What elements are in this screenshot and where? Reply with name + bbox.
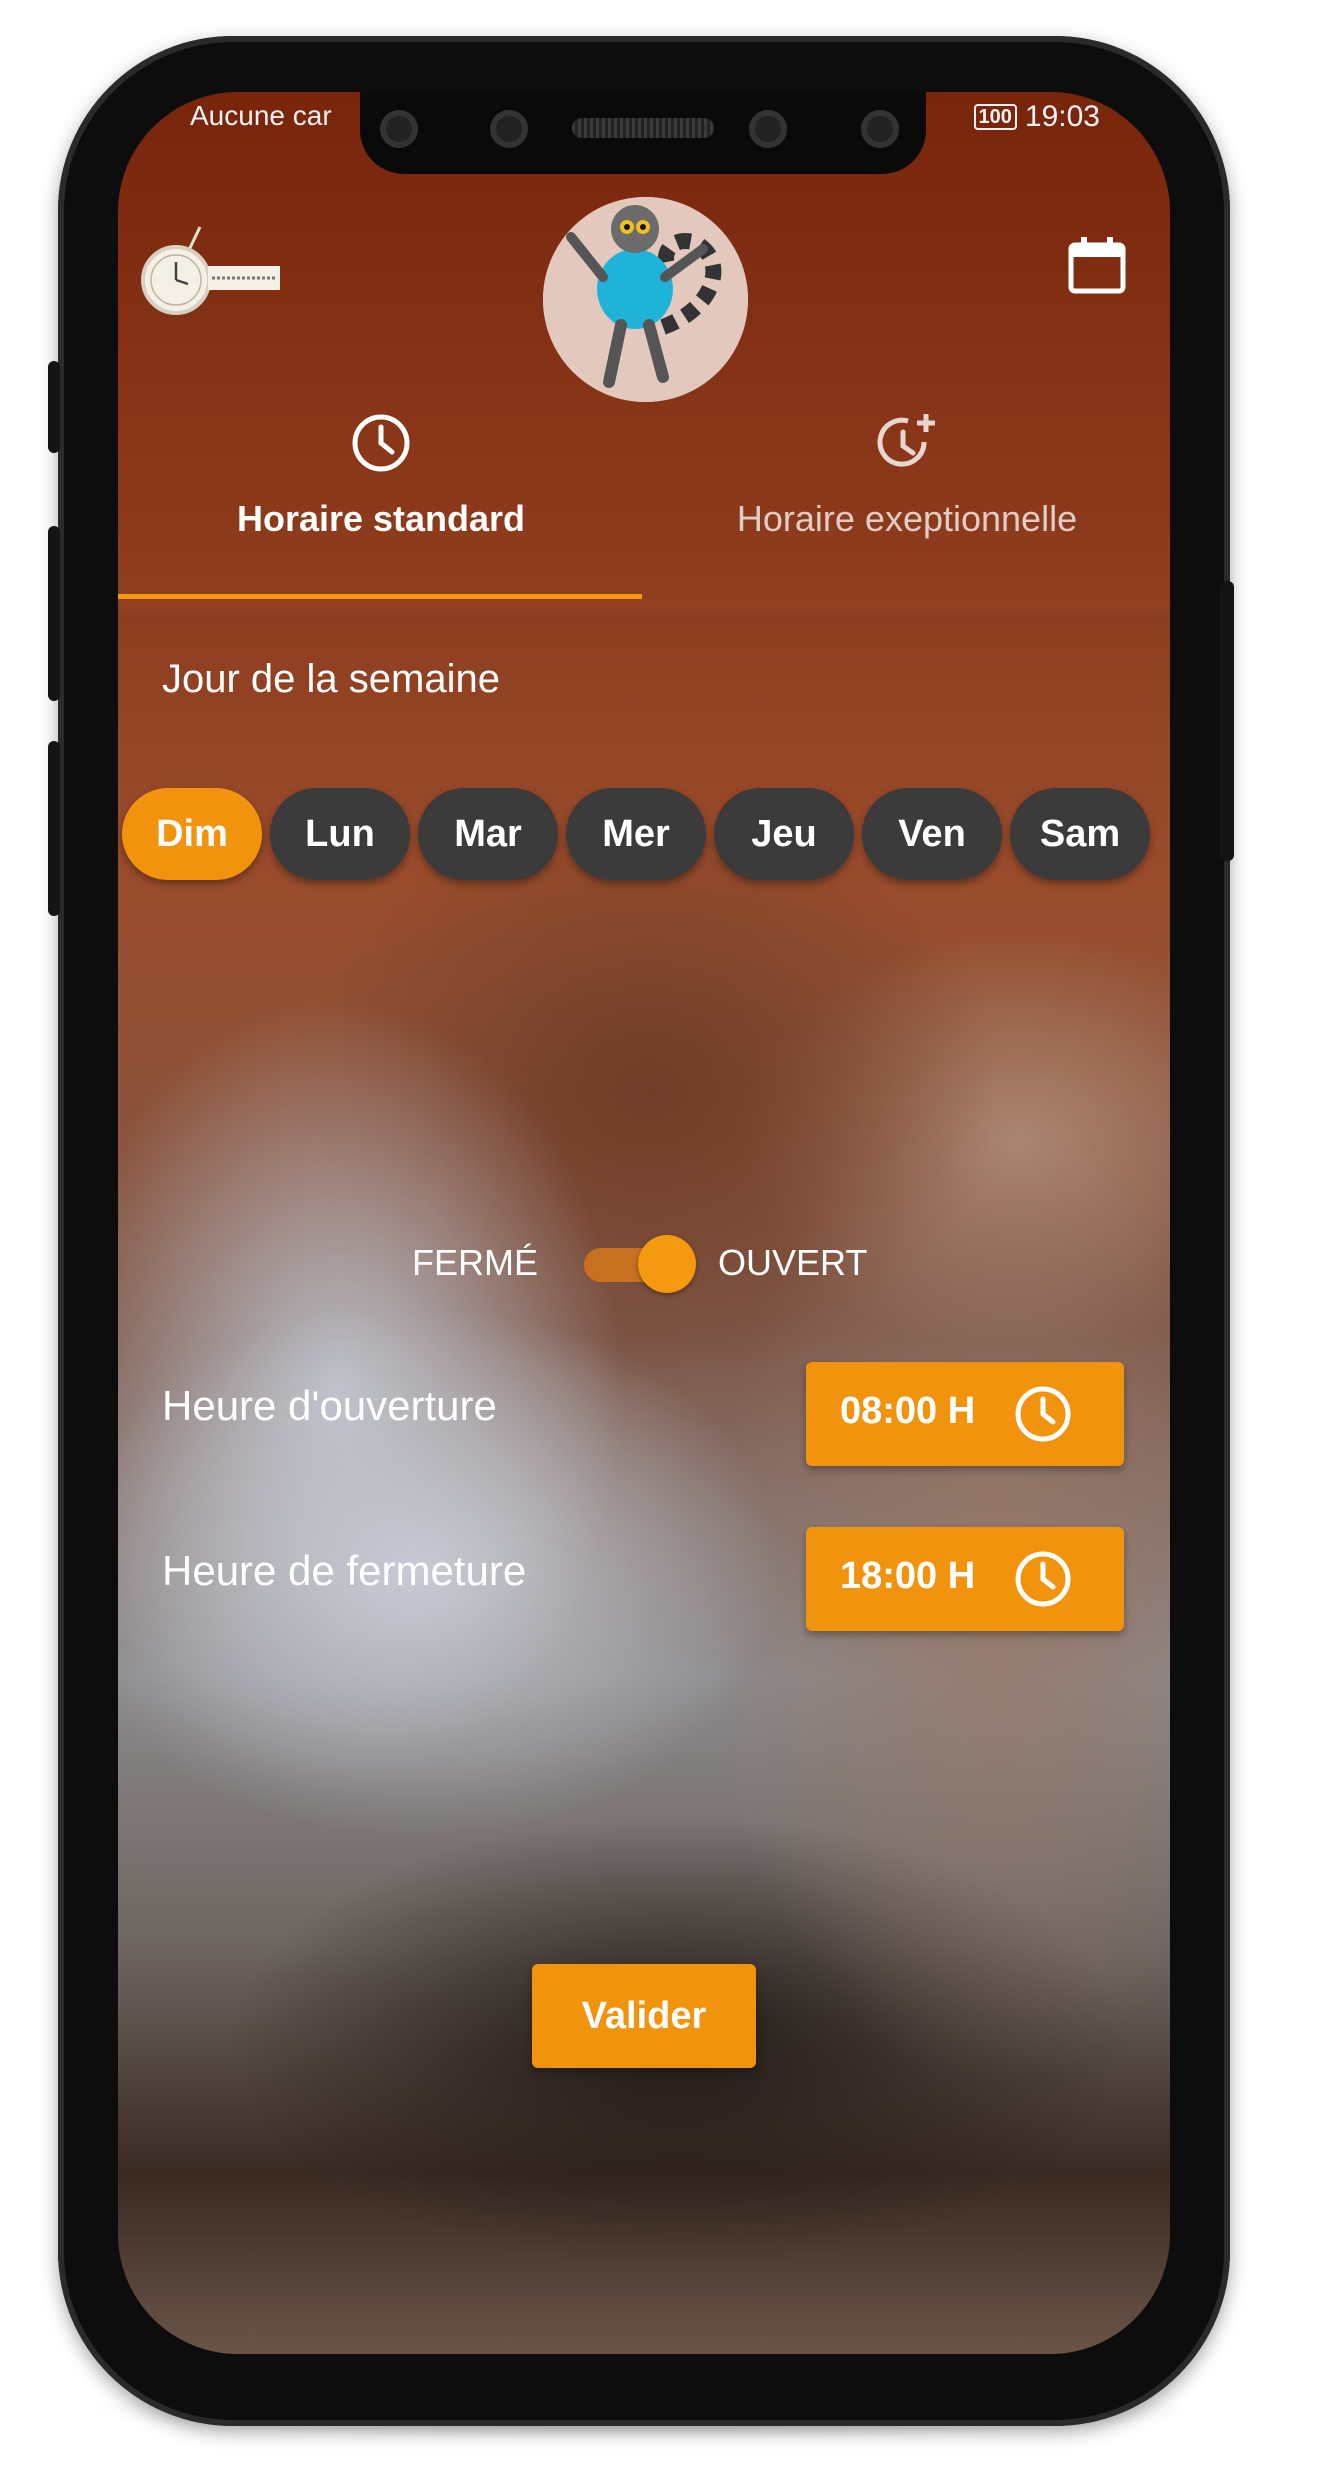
day-chip-ven[interactable]: Ven [862,788,1002,880]
open-closed-toggle-row: FERMÉ OUVERT [118,1230,1170,1294]
opening-time-button[interactable]: 08:00 H [806,1362,1124,1466]
closed-label: FERMÉ [412,1242,538,1283]
lemur-avatar[interactable] [543,197,748,402]
day-chip-dim[interactable]: Dim [122,788,262,880]
tab-label: Horaire standard [236,498,526,539]
front-sensor [749,110,787,148]
tab-label: Horaire exeptionnelle [736,498,1078,539]
day-chip-sam[interactable]: Sam [1010,788,1150,880]
battery-icon: 100 [973,104,1017,130]
status-time: 19:03 [1024,100,1100,133]
tab-horaire-standard[interactable]: Horaire standard [118,412,644,580]
calendar-icon[interactable] [1066,234,1128,296]
day-chip-mar[interactable]: Mar [418,788,558,880]
opening-time-label: Heure d'ouverture [162,1382,497,1429]
validate-button[interactable]: Valider [532,1964,756,2068]
status-carrier: Aucune car [190,100,332,131]
front-sensor [490,110,528,148]
pocket-watch-logo[interactable] [138,222,288,322]
closing-time-value: 18:00 H [840,1555,976,1597]
active-tab-indicator [118,594,642,599]
app-screen: Aucune car 100 19:03 Horaire standard Ho… [118,92,1170,2354]
section-title: Jour de la semaine [162,657,500,701]
front-camera [861,110,899,148]
closing-time-label: Heure de fermeture [162,1547,527,1594]
day-chip-mer[interactable]: Mer [566,788,706,880]
clock-icon [1013,1549,1073,1609]
power-button [1220,581,1234,861]
day-selector: Dim Lun Mar Mer Jeu Ven Sam [122,788,1150,880]
day-chip-jeu[interactable]: Jeu [714,788,854,880]
clock-plus-icon [876,412,938,474]
camera-notch [360,92,926,174]
front-camera [380,110,418,148]
volume-up-button [48,526,60,701]
switch-knob[interactable] [638,1235,696,1293]
earpiece-speaker [572,118,714,138]
clock-icon [350,412,412,474]
status-bar-right: 100 19:03 [973,100,1100,134]
opening-time-value: 08:00 H [840,1390,976,1432]
clock-icon [1013,1384,1073,1444]
side-button [48,361,60,453]
open-label: OUVERT [718,1242,868,1283]
day-chip-lun[interactable]: Lun [270,788,410,880]
closing-time-button[interactable]: 18:00 H [806,1527,1124,1631]
tab-horaire-exeptionnelle[interactable]: Horaire exeptionnelle [644,412,1170,580]
volume-down-button [48,741,60,916]
